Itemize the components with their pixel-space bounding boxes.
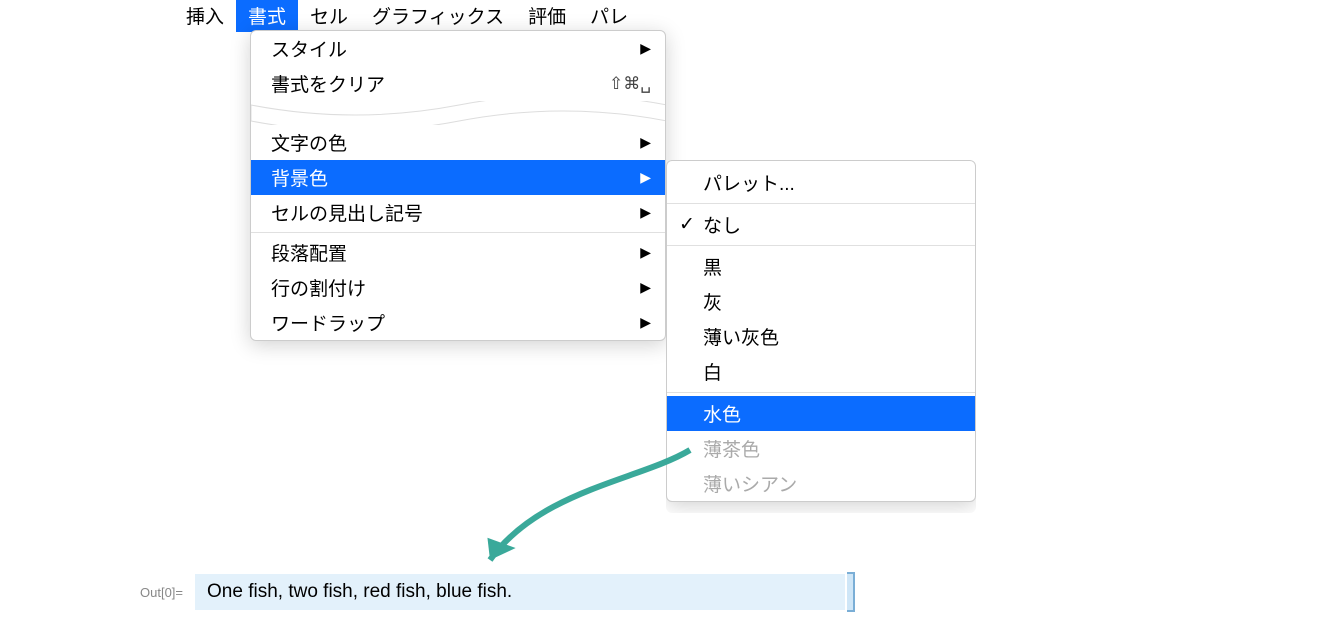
menu-separator <box>667 245 975 246</box>
submenu-item-light-blue[interactable]: 水色 <box>667 396 975 431</box>
menu-item-text-alignment[interactable]: 段落配置 ▶ <box>251 235 665 270</box>
checkmark-icon: ✓ <box>679 213 695 236</box>
menubar-item-insert[interactable]: 挿入 <box>174 0 236 32</box>
menubar-item-format[interactable]: 書式 <box>236 0 298 32</box>
submenu-arrow-icon: ▶ <box>640 169 651 186</box>
submenu-arrow-icon: ▶ <box>640 314 651 331</box>
output-row: Out[0]= One fish, two fish, red fish, bl… <box>140 574 845 610</box>
menu-item-word-wrapping[interactable]: ワードラップ ▶ <box>251 305 665 340</box>
menu-separator <box>667 203 975 204</box>
menu-item-text-color[interactable]: 文字の色 ▶ <box>251 125 665 160</box>
submenu-item-label: 白 <box>703 358 722 385</box>
submenu-arrow-icon: ▶ <box>640 279 651 296</box>
menu-tear-decoration <box>251 101 665 125</box>
submenu-item-label: 黒 <box>703 253 722 280</box>
cell-bracket[interactable] <box>847 572 855 612</box>
submenu-arrow-icon: ▶ <box>640 244 651 261</box>
submenu-item-label: 薄いシアン <box>703 470 797 497</box>
menu-item-label: 書式をクリア <box>271 70 385 97</box>
menu-item-cell-dingbat[interactable]: セルの見出し記号 ▶ <box>251 195 665 230</box>
menu-item-clear-formatting[interactable]: 書式をクリア ⇧⌘␣ <box>251 66 665 101</box>
submenu-item-label: なし <box>703 211 741 238</box>
submenu-item-palette[interactable]: パレット... <box>667 165 975 200</box>
submenu-item-gray[interactable]: 灰 <box>667 284 975 319</box>
submenu-item-label: 薄茶色 <box>703 435 760 462</box>
menu-item-text-justification[interactable]: 行の割付け ▶ <box>251 270 665 305</box>
menu-item-style[interactable]: スタイル ▶ <box>251 31 665 66</box>
output-text: One fish, two fish, red fish, blue fish. <box>207 581 512 603</box>
background-color-submenu: パレット... ✓ なし 黒 灰 薄い灰色 白 水色 薄茶色 薄いシアン <box>666 160 976 502</box>
submenu-item-white[interactable]: 白 <box>667 354 975 389</box>
submenu-item-label: パレット... <box>703 169 795 196</box>
menu-item-label: 段落配置 <box>271 239 347 266</box>
menu-item-label: ワードラップ <box>271 309 385 336</box>
menu-item-shortcut: ⇧⌘␣ <box>609 74 651 94</box>
submenu-item-light-cyan[interactable]: 薄いシアン <box>667 466 975 501</box>
submenu-item-none[interactable]: ✓ なし <box>667 207 975 242</box>
menu-item-label: 文字の色 <box>271 129 347 156</box>
menu-item-background-color[interactable]: 背景色 ▶ <box>251 160 665 195</box>
menubar-item-cell[interactable]: セル <box>298 0 360 32</box>
format-dropdown: スタイル ▶ 書式をクリア ⇧⌘␣ 文字の色 ▶ 背景色 ▶ セルの見出し記号 … <box>250 30 666 341</box>
submenu-item-light-gray[interactable]: 薄い灰色 <box>667 319 975 354</box>
menu-item-label: セルの見出し記号 <box>271 199 423 226</box>
submenu-item-label: 水色 <box>703 400 741 427</box>
menubar-item-palettes[interactable]: パレ <box>578 0 640 32</box>
menu-separator <box>667 392 975 393</box>
menu-item-label: 背景色 <box>271 164 328 191</box>
menubar-item-graphics[interactable]: グラフィックス <box>360 0 516 32</box>
menubar: 挿入 書式 セル グラフィックス 評価 パレ <box>174 0 640 30</box>
submenu-item-light-brown[interactable]: 薄茶色 <box>667 431 975 466</box>
output-cell[interactable]: One fish, two fish, red fish, blue fish. <box>195 574 845 610</box>
submenu-item-label: 灰 <box>703 288 722 315</box>
output-label: Out[0]= <box>140 585 183 600</box>
menubar-item-evaluation[interactable]: 評価 <box>516 0 578 32</box>
submenu-arrow-icon: ▶ <box>640 40 651 57</box>
submenu-item-black[interactable]: 黒 <box>667 249 975 284</box>
menu-item-label: 行の割付け <box>271 274 366 301</box>
submenu-arrow-icon: ▶ <box>640 204 651 221</box>
submenu-arrow-icon: ▶ <box>640 134 651 151</box>
menu-item-label: スタイル <box>271 35 347 62</box>
menu-separator <box>251 232 665 233</box>
submenu-item-label: 薄い灰色 <box>703 323 779 350</box>
